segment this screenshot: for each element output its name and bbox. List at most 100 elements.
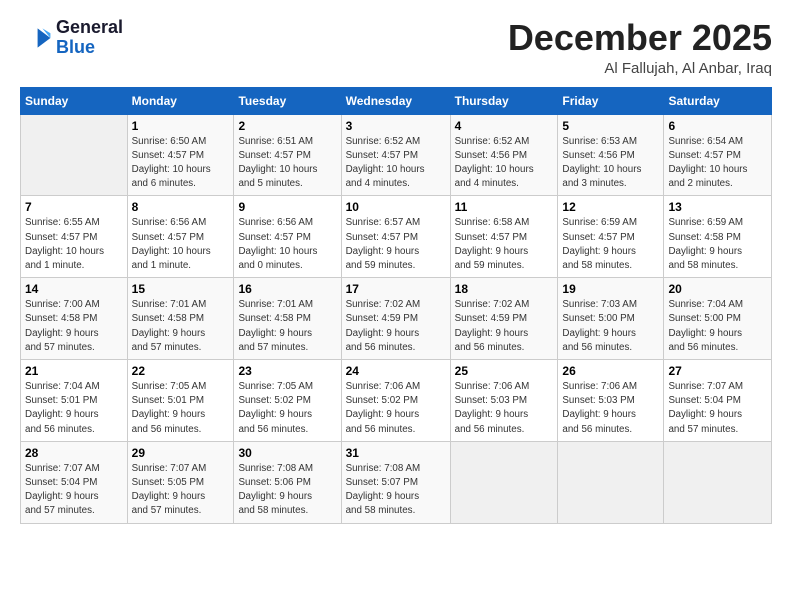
day-number: 21: [25, 364, 123, 378]
week-row-2: 7 Sunrise: 6:55 AMSunset: 4:57 PMDaylight…: [21, 196, 772, 278]
day-number: 23: [238, 364, 336, 378]
day-number: 31: [346, 446, 446, 460]
table-cell: [21, 114, 128, 196]
table-cell: 27Sunrise: 7:07 AMSunset: 5:04 PMDayligh…: [664, 360, 772, 442]
day-info: Sunrise: 7:04 AMSunset: 5:00 PMDaylight:…: [668, 298, 767, 355]
table-cell: 21 Sunrise: 7:04 AMSunset: 5:01 PMDayligh…: [21, 360, 128, 442]
day-number: 14: [25, 282, 123, 296]
day-number: 22: [132, 364, 230, 378]
calendar-table: Sunday Monday Tuesday Wednesday Thursday…: [20, 87, 772, 524]
day-number: 18: [455, 282, 554, 296]
day-number: 27: [668, 364, 767, 378]
table-cell: 22 Sunrise: 7:05 AMSunset: 5:01 PMDayligh…: [127, 360, 234, 442]
week-row-3: 14 Sunrise: 7:00 AMSunset: 4:58 PMDayligh…: [21, 278, 772, 360]
day-info: Sunrise: 7:01 AMSunset: 4:58 PMDaylight:…: [132, 298, 230, 355]
month-title: December 2025: [508, 18, 772, 58]
day-info: Sunrise: 6:52 AMSunset: 4:56 PMDaylight:…: [455, 135, 554, 192]
table-cell: [664, 441, 772, 523]
table-cell: 1Sunrise: 6:50 AMSunset: 4:57 PMDaylight…: [127, 114, 234, 196]
table-cell: 9 Sunrise: 6:56 AMSunset: 4:57 PMDaylight…: [234, 196, 341, 278]
table-cell: 30 Sunrise: 7:08 AMSunset: 5:06 PMDayligh…: [234, 441, 341, 523]
page-header: General Blue December 2025 Al Fallujah, …: [20, 18, 772, 77]
day-number: 30: [238, 446, 336, 460]
col-wednesday: Wednesday: [341, 87, 450, 114]
table-cell: [450, 441, 558, 523]
table-cell: 2Sunrise: 6:51 AMSunset: 4:57 PMDaylight…: [234, 114, 341, 196]
table-cell: 14 Sunrise: 7:00 AMSunset: 4:58 PMDayligh…: [21, 278, 128, 360]
day-info: Sunrise: 7:03 AMSunset: 5:00 PMDaylight:…: [562, 298, 659, 355]
day-info: Sunrise: 7:07 AMSunset: 5:05 PMDaylight:…: [132, 462, 230, 519]
day-number: 5: [562, 119, 659, 133]
col-tuesday: Tuesday: [234, 87, 341, 114]
week-row-1: 1Sunrise: 6:50 AMSunset: 4:57 PMDaylight…: [21, 114, 772, 196]
day-number: 25: [455, 364, 554, 378]
table-cell: 11 Sunrise: 6:58 AMSunset: 4:57 PMDayligh…: [450, 196, 558, 278]
day-info: Sunrise: 7:06 AMSunset: 5:03 PMDaylight:…: [562, 380, 659, 437]
calendar-header-row: Sunday Monday Tuesday Wednesday Thursday…: [21, 87, 772, 114]
day-info: Sunrise: 6:58 AMSunset: 4:57 PMDaylight:…: [455, 216, 554, 273]
table-cell: 18 Sunrise: 7:02 AMSunset: 4:59 PMDayligh…: [450, 278, 558, 360]
table-cell: [558, 441, 664, 523]
day-number: 19: [562, 282, 659, 296]
day-info: Sunrise: 6:59 AMSunset: 4:57 PMDaylight:…: [562, 216, 659, 273]
day-info: Sunrise: 7:04 AMSunset: 5:01 PMDaylight:…: [25, 380, 123, 437]
table-cell: 4 Sunrise: 6:52 AMSunset: 4:56 PMDaylight…: [450, 114, 558, 196]
day-info: Sunrise: 7:06 AMSunset: 5:03 PMDaylight:…: [455, 380, 554, 437]
location: Al Fallujah, Al Anbar, Iraq: [508, 60, 772, 77]
col-friday: Friday: [558, 87, 664, 114]
day-number: 24: [346, 364, 446, 378]
col-thursday: Thursday: [450, 87, 558, 114]
day-info: Sunrise: 6:53 AMSunset: 4:56 PMDaylight:…: [562, 135, 659, 192]
col-monday: Monday: [127, 87, 234, 114]
day-number: 20: [668, 282, 767, 296]
day-number: 6: [668, 119, 767, 133]
day-number: 12: [562, 200, 659, 214]
table-cell: 8 Sunrise: 6:56 AMSunset: 4:57 PMDaylight…: [127, 196, 234, 278]
day-info: Sunrise: 7:05 AMSunset: 5:01 PMDaylight:…: [132, 380, 230, 437]
day-number: 8: [132, 200, 230, 214]
day-number: 3: [346, 119, 446, 133]
day-info: Sunrise: 7:08 AMSunset: 5:06 PMDaylight:…: [238, 462, 336, 519]
day-number: 7: [25, 200, 123, 214]
table-cell: 15 Sunrise: 7:01 AMSunset: 4:58 PMDayligh…: [127, 278, 234, 360]
logo-icon: [20, 22, 52, 54]
table-cell: 13Sunrise: 6:59 AMSunset: 4:58 PMDayligh…: [664, 196, 772, 278]
logo-text: General Blue: [56, 18, 123, 58]
table-cell: 23Sunrise: 7:05 AMSunset: 5:02 PMDayligh…: [234, 360, 341, 442]
table-cell: 20 Sunrise: 7:04 AMSunset: 5:00 PMDayligh…: [664, 278, 772, 360]
day-number: 11: [455, 200, 554, 214]
week-row-5: 28Sunrise: 7:07 AMSunset: 5:04 PMDayligh…: [21, 441, 772, 523]
day-info: Sunrise: 7:06 AMSunset: 5:02 PMDaylight:…: [346, 380, 446, 437]
day-info: Sunrise: 6:56 AMSunset: 4:57 PMDaylight:…: [132, 216, 230, 273]
col-saturday: Saturday: [664, 87, 772, 114]
day-info: Sunrise: 6:59 AMSunset: 4:58 PMDaylight:…: [668, 216, 767, 273]
day-info: Sunrise: 6:52 AMSunset: 4:57 PMDaylight:…: [346, 135, 446, 192]
table-cell: 28Sunrise: 7:07 AMSunset: 5:04 PMDayligh…: [21, 441, 128, 523]
day-number: 2: [238, 119, 336, 133]
table-cell: 6 Sunrise: 6:54 AMSunset: 4:57 PMDaylight…: [664, 114, 772, 196]
table-cell: 19 Sunrise: 7:03 AMSunset: 5:00 PMDayligh…: [558, 278, 664, 360]
table-cell: 25 Sunrise: 7:06 AMSunset: 5:03 PMDayligh…: [450, 360, 558, 442]
day-number: 17: [346, 282, 446, 296]
day-info: Sunrise: 6:55 AMSunset: 4:57 PMDaylight:…: [25, 216, 123, 273]
table-cell: 16Sunrise: 7:01 AMSunset: 4:58 PMDayligh…: [234, 278, 341, 360]
day-info: Sunrise: 6:54 AMSunset: 4:57 PMDaylight:…: [668, 135, 767, 192]
day-number: 15: [132, 282, 230, 296]
table-cell: 24 Sunrise: 7:06 AMSunset: 5:02 PMDayligh…: [341, 360, 450, 442]
day-info: Sunrise: 6:56 AMSunset: 4:57 PMDaylight:…: [238, 216, 336, 273]
day-number: 9: [238, 200, 336, 214]
table-cell: 12 Sunrise: 6:59 AMSunset: 4:57 PMDayligh…: [558, 196, 664, 278]
table-cell: 17 Sunrise: 7:02 AMSunset: 4:59 PMDayligh…: [341, 278, 450, 360]
day-info: Sunrise: 7:00 AMSunset: 4:58 PMDaylight:…: [25, 298, 123, 355]
day-info: Sunrise: 7:02 AMSunset: 4:59 PMDaylight:…: [346, 298, 446, 355]
logo: General Blue: [20, 18, 123, 58]
day-info: Sunrise: 7:02 AMSunset: 4:59 PMDaylight:…: [455, 298, 554, 355]
day-info: Sunrise: 6:57 AMSunset: 4:57 PMDaylight:…: [346, 216, 446, 273]
col-sunday: Sunday: [21, 87, 128, 114]
day-info: Sunrise: 7:07 AMSunset: 5:04 PMDaylight:…: [25, 462, 123, 519]
table-cell: 26Sunrise: 7:06 AMSunset: 5:03 PMDayligh…: [558, 360, 664, 442]
day-number: 16: [238, 282, 336, 296]
day-number: 4: [455, 119, 554, 133]
day-info: Sunrise: 7:08 AMSunset: 5:07 PMDaylight:…: [346, 462, 446, 519]
week-row-4: 21 Sunrise: 7:04 AMSunset: 5:01 PMDayligh…: [21, 360, 772, 442]
